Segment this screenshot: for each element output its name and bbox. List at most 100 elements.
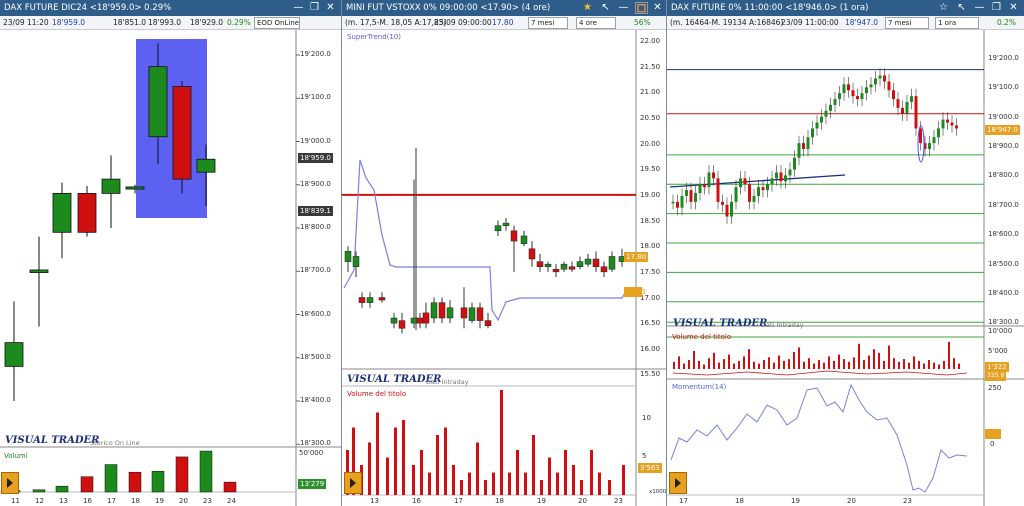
time-axis-tick: 17 [679, 497, 688, 505]
candle-body [446, 307, 454, 319]
volume-bar [753, 361, 755, 369]
volume-bar [718, 362, 720, 369]
star-icon[interactable]: ★ [581, 2, 594, 14]
star-icon[interactable]: ☆ [937, 2, 950, 14]
info-bar: 23/09 11:20 18'959.0 18'851.0 18'993.0 1… [0, 16, 341, 30]
timeframe-label: 4 ore [579, 19, 597, 27]
info-value: 18'993.0 [148, 18, 182, 27]
volume-bar [32, 489, 46, 493]
volume-bar [793, 351, 795, 369]
candle-body [784, 175, 787, 182]
info-percent: 56% [634, 18, 651, 27]
candle-body [793, 157, 796, 170]
price-axis-tick: 19.50 [640, 165, 661, 174]
volume-bar [843, 359, 845, 369]
candle-body [878, 75, 882, 79]
candle-body [172, 86, 192, 180]
volume-bar [913, 356, 915, 369]
price-axis-tick: 18'900.0 [300, 179, 331, 188]
minimize-icon[interactable]: — [617, 2, 630, 14]
price-axis-tick: 15.50 [640, 370, 661, 379]
period-label: 7 mesi [531, 19, 555, 27]
price-chart[interactable] [667, 30, 1024, 506]
mode-dropdown[interactable]: EOD OnLine [254, 17, 300, 29]
candle-body [528, 248, 536, 260]
restore-icon[interactable]: ❐ [990, 2, 1003, 14]
candle-body [932, 137, 936, 144]
window-title-bar[interactable]: DAX FUTURE 0% 11:00:00 <18'946.0> (1 ora… [667, 0, 1024, 16]
candle-body [730, 201, 733, 217]
volume-panel-label: Volume del titolo [672, 333, 732, 341]
scroll-left-button[interactable] [344, 472, 362, 494]
candle-body [4, 342, 24, 367]
scroll-left-button[interactable] [669, 472, 687, 494]
volume-bar [708, 358, 710, 369]
candle-body [743, 178, 747, 185]
candle-body [887, 81, 891, 91]
volume-bar [848, 361, 850, 369]
minimize-icon[interactable]: — [292, 2, 305, 14]
scroll-left-button[interactable] [1, 472, 19, 494]
chart-window-dax-daily[interactable]: DAX FUTURE DIC24 <18'959.0> 0.29% — ❐ ✕ … [0, 0, 341, 506]
pin-icon[interactable]: ↖ [599, 2, 612, 14]
volume-bar [948, 342, 950, 369]
pin-icon[interactable]: ↖ [955, 2, 968, 14]
chart-window-dax-hourly[interactable]: DAX FUTURE 0% 11:00:00 <18'946.0> (1 ora… [666, 0, 1024, 506]
volume-bar [783, 360, 785, 369]
volume-last-box: 13'279 [298, 479, 327, 489]
price-axis-tick: 18'400.0 [988, 288, 1019, 297]
candle-body [29, 269, 49, 273]
volume-axis-tick: 5'000 [988, 347, 1008, 355]
volume-axis-tick: 10'000 [988, 327, 1013, 335]
supertrend-line [343, 159, 629, 322]
volume-bar [758, 363, 760, 369]
price-axis-tick: 20.00 [640, 139, 661, 148]
volume-bar [508, 472, 511, 495]
volume-last-box: 3'563 [638, 463, 662, 473]
candle-body [910, 96, 913, 102]
candle-body [52, 192, 72, 233]
volume-bar [798, 347, 800, 369]
candle-body [600, 266, 608, 273]
window-title-bar[interactable]: DAX FUTURE DIC24 <18'959.0> 0.29% — ❐ ✕ [0, 0, 341, 16]
window-title-bar[interactable]: MINI FUT VSTOXX 0% 09:00:00 <17.90> (4 o… [342, 0, 666, 16]
price-chart[interactable] [342, 30, 666, 506]
candle-body [892, 90, 895, 100]
volume-bar [572, 465, 575, 495]
volume-bar [803, 361, 805, 369]
candle-body [824, 110, 828, 117]
candle-body [502, 222, 510, 226]
price-axis-tick: 18'300.0 [300, 439, 331, 448]
volume-bar [540, 480, 543, 495]
volume-bar [818, 360, 820, 369]
candle-body [851, 90, 855, 97]
volume-bar [943, 360, 945, 369]
close-icon[interactable]: ✕ [1007, 2, 1020, 14]
volume-bar [693, 351, 695, 369]
volume-bar [723, 359, 725, 369]
candle-body [148, 66, 168, 138]
volume-bar [883, 360, 885, 369]
timeframe-label: 1 ora [938, 19, 957, 27]
candle-body [766, 184, 769, 191]
timeframe-dropdown[interactable]: 1 ora [935, 17, 979, 29]
period-dropdown[interactable]: 7 mesi [528, 17, 568, 29]
candle-body [520, 235, 528, 244]
volume-bar [763, 360, 765, 369]
close-icon[interactable]: ✕ [651, 2, 664, 14]
period-dropdown[interactable]: 7 mesi [885, 17, 929, 29]
timeframe-dropdown[interactable]: 4 ore [576, 17, 616, 29]
candle-body [811, 128, 814, 138]
volume-bar [402, 420, 405, 495]
candle-body [739, 178, 742, 188]
candle-body [484, 320, 492, 326]
close-icon[interactable]: ✕ [324, 2, 337, 14]
candle-body [734, 187, 738, 202]
time-axis-tick: 13 [370, 497, 379, 505]
maximize-icon[interactable]: □ [635, 2, 648, 14]
chart-window-vstoxx[interactable]: MINI FUT VSTOXX 0% 09:00:00 <17.90> (4 o… [341, 0, 666, 506]
restore-icon[interactable]: ❐ [308, 2, 321, 14]
minimize-icon[interactable]: — [973, 2, 986, 14]
candle-body [680, 195, 684, 208]
candle-body [950, 122, 954, 126]
